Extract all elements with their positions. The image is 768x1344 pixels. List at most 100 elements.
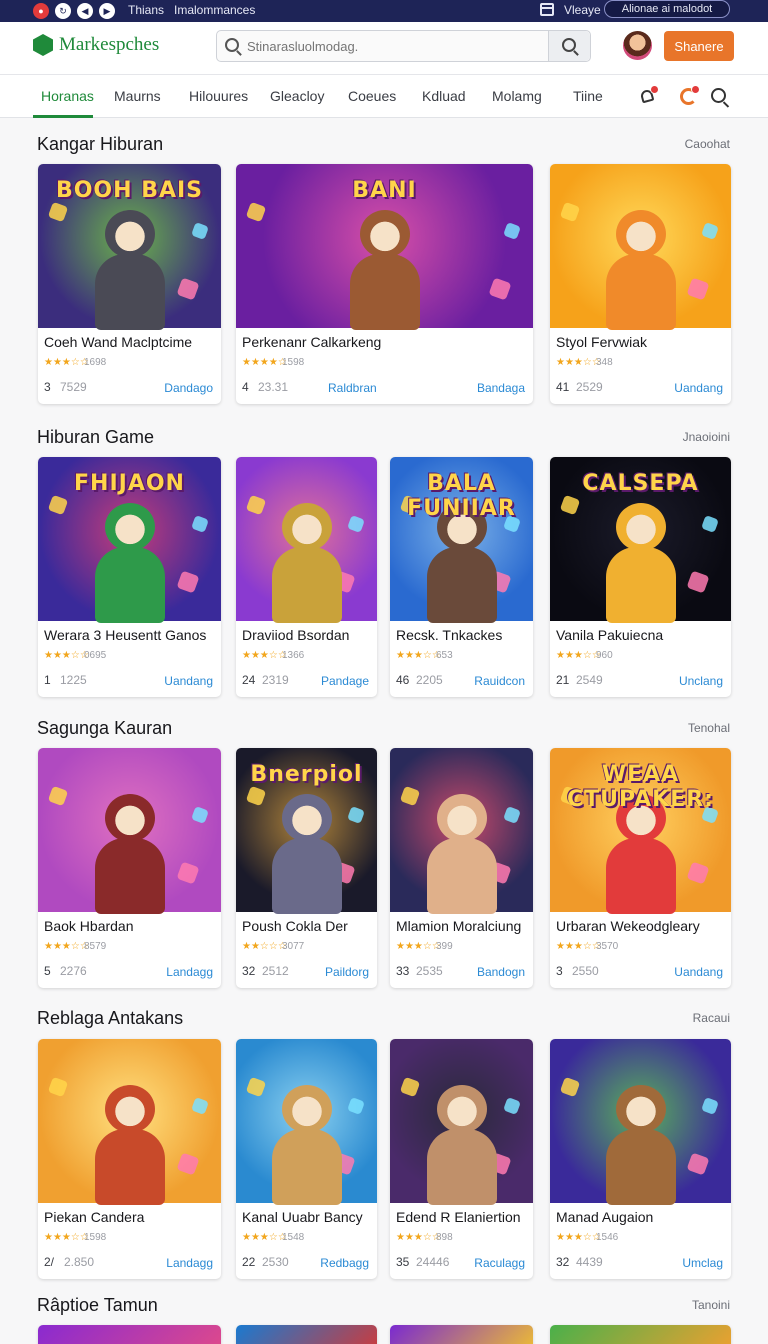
game-thumbnail[interactable]	[550, 164, 731, 330]
play-link[interactable]: Bandogn	[477, 965, 525, 979]
game-card[interactable]: Draviiod Bsordan ★★★☆☆ 1366 24 2319 Pandage	[236, 457, 377, 697]
game-thumbnail[interactable]: CALSEPA	[550, 457, 731, 623]
avatar[interactable]	[623, 31, 652, 60]
forward-icon[interactable]: ▶	[99, 3, 115, 19]
game-title[interactable]: Draviiod Bsordan	[242, 627, 349, 643]
close-icon[interactable]: ●	[33, 3, 49, 19]
game-thumbnail[interactable]	[550, 1039, 731, 1205]
game-card[interactable]: BALA FUNIIAR Recsk. Tnkackes ★★★☆☆ 653 46 220…	[390, 457, 533, 697]
game-thumbnail[interactable]: BALA FUNIIAR	[390, 457, 533, 623]
character-art	[423, 794, 501, 914]
game-thumbnail[interactable]: BOOH BAIS	[38, 164, 221, 330]
refresh-icon[interactable]: ↻	[55, 3, 71, 19]
search-button[interactable]	[548, 31, 590, 61]
game-title[interactable]: Poush Cokla Der	[242, 918, 348, 934]
game-thumbnail[interactable]	[236, 457, 377, 623]
tab-gleacloy[interactable]: Gleacloy	[270, 88, 324, 104]
tab-kdluad[interactable]: Kdluad	[422, 88, 466, 104]
game-title[interactable]: Urbaran Wekeodgleary	[556, 918, 700, 934]
game-card[interactable]: Kanal Uuabr Bancy ★★★☆☆ 1548 22 2530 Redbagg	[236, 1039, 377, 1279]
play-link[interactable]: Uandang	[164, 674, 213, 688]
game-thumbnail[interactable]	[38, 1039, 221, 1205]
game-thumbnail[interactable]	[390, 1039, 533, 1205]
game-card[interactable]: Piekan Candera ★★★☆☆ 1598 2/2.850 Landagg	[38, 1039, 221, 1279]
tab-coeues[interactable]: Coeues	[348, 88, 396, 104]
rating-count: 1548	[282, 1232, 305, 1243]
rating-stars: ★★★☆☆	[44, 650, 89, 661]
section-see-all-link[interactable]: Caoohat	[600, 137, 730, 151]
play-link[interactable]: Uandang	[674, 381, 723, 395]
game-title[interactable]: Edend R Elaniertion	[396, 1209, 521, 1225]
game-thumbnail[interactable]	[236, 1039, 377, 1205]
account-pill[interactable]: Alionae ai malodot	[604, 0, 730, 18]
game-card[interactable]: BANI Perkenanr Calkarkeng ★★★★☆ 1598 4 23.31 R…	[236, 164, 533, 404]
game-thumbnail[interactable]: FHIJAON	[38, 457, 221, 623]
game-card-partial[interactable]	[550, 1325, 731, 1344]
section-title: Hiburan Game	[37, 427, 155, 447]
window-icon[interactable]	[540, 3, 554, 16]
window-label[interactable]: Vleaye	[564, 3, 601, 17]
nav-search-icon[interactable]	[711, 88, 726, 103]
game-thumbnail[interactable]	[38, 748, 221, 914]
game-card[interactable]: CALSEPA Vanila Pakuiecna ★★★☆☆ 960 21 2549 Unc…	[550, 457, 731, 697]
section-see-all-link[interactable]: Tenohal	[600, 721, 730, 735]
game-card-partial[interactable]	[236, 1325, 377, 1344]
game-title[interactable]: Mlamion Moralciung	[396, 918, 521, 934]
play-link[interactable]: Rauidcon	[474, 674, 525, 688]
play-link[interactable]: Uandang	[674, 965, 723, 979]
game-card[interactable]: Styol Fervwiak ★★★☆☆ 348 41 2529 Uandang	[550, 164, 731, 404]
game-title[interactable]: Kanal Uuabr Bancy	[242, 1209, 363, 1225]
play-link[interactable]: Unclang	[679, 674, 723, 688]
game-title[interactable]: Recsk. Tnkackes	[396, 627, 502, 643]
play-link[interactable]: Landagg	[166, 965, 213, 979]
game-title[interactable]: Baok Hbardan	[44, 918, 134, 934]
play-link[interactable]: Paildorg	[325, 965, 369, 979]
rating-count: 1546	[596, 1232, 619, 1243]
secondary-link[interactable]: Raldbran	[328, 381, 377, 395]
play-link[interactable]: Pandage	[321, 674, 369, 688]
rank-number: 33	[396, 964, 410, 978]
play-link[interactable]: Redbagg	[320, 1256, 369, 1270]
play-link[interactable]: Raculagg	[474, 1256, 525, 1270]
tab-horanas[interactable]: Horanas	[41, 88, 94, 104]
game-thumbnail[interactable]: Bnerpiol	[236, 748, 377, 914]
tab-molamg[interactable]: Molamg	[492, 88, 542, 104]
game-card[interactable]: Baok Hbardan ★★★☆☆ 8579 5 2276 Landagg	[38, 748, 221, 988]
game-card[interactable]: FHIJAON Werara 3 Heusentt Ganos ★★★☆☆ 0695 1…	[38, 457, 221, 697]
play-link[interactable]: Landagg	[166, 1256, 213, 1270]
game-title[interactable]: Piekan Candera	[44, 1209, 144, 1225]
play-link[interactable]: Umclag	[682, 1256, 723, 1270]
game-card-partial[interactable]	[390, 1325, 533, 1344]
game-thumbnail[interactable]: BANI	[236, 164, 533, 330]
tab-hilouures[interactable]: Hilouures	[189, 88, 248, 104]
search-input[interactable]	[247, 35, 547, 57]
game-title[interactable]: Perkenanr Calkarkeng	[242, 334, 381, 350]
game-thumbnail[interactable]	[390, 748, 533, 914]
back-icon[interactable]: ◀	[77, 3, 93, 19]
section-see-all-link[interactable]: Tanoini	[600, 1298, 730, 1312]
game-card[interactable]: Mlamion Moralciung ★★★☆☆ 399 33 2535 Bandogn	[390, 748, 533, 988]
game-card[interactable]: BOOH BAIS Coeh Wand Maclptcime ★★★☆☆ 1698 3 7…	[38, 164, 221, 404]
game-title[interactable]: Styol Fervwiak	[556, 334, 647, 350]
play-count: 2530	[262, 1255, 289, 1269]
game-card[interactable]: WEAA CTUPAKER: Urbaran Wekeodgleary ★★★☆☆ 3…	[550, 748, 731, 988]
play-link[interactable]: Dandago	[164, 381, 213, 395]
rating-stars: ★★★☆☆	[396, 650, 441, 661]
share-button[interactable]: Shanere	[664, 31, 734, 61]
game-card-partial[interactable]	[38, 1325, 221, 1344]
game-title[interactable]: Werara 3 Heusentt Ganos	[44, 627, 206, 643]
tab-maurns[interactable]: Maurns	[114, 88, 161, 104]
game-card[interactable]: Manad Augaion ★★★☆☆ 1546 32 4439 Umclag	[550, 1039, 731, 1279]
game-thumbnail[interactable]: WEAA CTUPAKER:	[550, 748, 731, 914]
play-count: 2205	[416, 673, 443, 687]
game-card[interactable]: Bnerpiol Poush Cokla Der ★★☆☆☆ 3077 32 2512 Pa…	[236, 748, 377, 988]
section-see-all-link[interactable]: Racaui	[600, 1011, 730, 1025]
play-link[interactable]: Bandaga	[477, 381, 525, 395]
tab-tiine[interactable]: Tiine	[573, 88, 603, 104]
game-title[interactable]: Vanila Pakuiecna	[556, 627, 663, 643]
game-title[interactable]: Manad Augaion	[556, 1209, 653, 1225]
game-card[interactable]: Edend R Elaniertion ★★★☆☆ 898 35 24446 Racula…	[390, 1039, 533, 1279]
game-title[interactable]: Coeh Wand Maclptcime	[44, 334, 192, 350]
section-see-all-link[interactable]: Jnaoioini	[600, 430, 730, 444]
site-logo[interactable]: Markespches	[33, 34, 159, 56]
